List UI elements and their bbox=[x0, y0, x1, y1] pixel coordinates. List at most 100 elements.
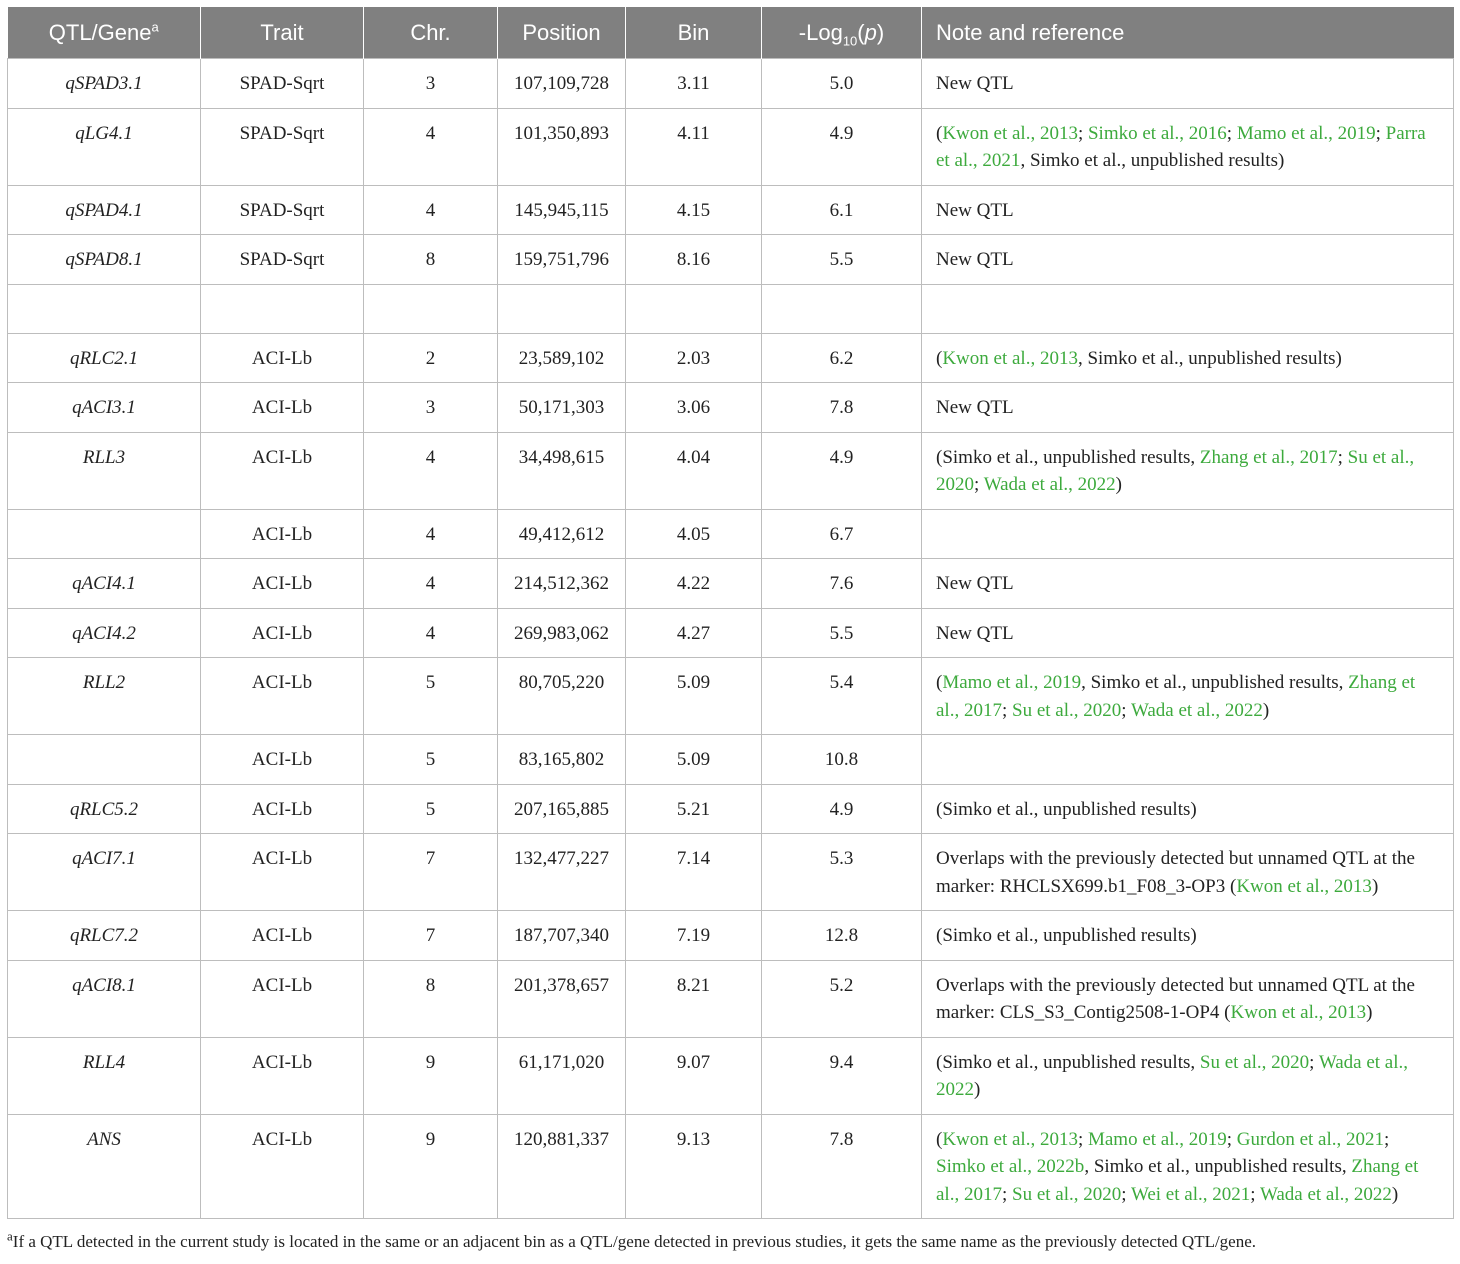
cell-bin: 4.05 bbox=[625, 508, 762, 559]
reference-link[interactable]: Wada et al., 2022 bbox=[984, 474, 1116, 495]
reference-link[interactable]: Simko et al., 2022b bbox=[936, 1156, 1084, 1177]
cell-bin: 7.19 bbox=[625, 910, 762, 961]
reference-link[interactable]: Su et al., 2020 bbox=[1012, 1184, 1121, 1205]
cell-trait: ACI-Lb bbox=[200, 558, 364, 609]
note-text: New QTL bbox=[936, 199, 1014, 221]
cell-logp: 9.4 bbox=[761, 1036, 922, 1115]
cell-bin: 4.15 bbox=[625, 184, 762, 235]
note-text: ) bbox=[1262, 699, 1270, 721]
cell-logp: 7.8 bbox=[761, 382, 922, 433]
note-text: New QTL bbox=[936, 622, 1014, 644]
cell-trait bbox=[200, 283, 364, 334]
cell-logp: 5.3 bbox=[761, 833, 922, 911]
reference-link[interactable]: Wei et al., 2021 bbox=[1131, 1184, 1250, 1205]
cell-position: 214,512,362 bbox=[497, 558, 626, 609]
table-row: qSPAD8.1 SPAD-Sqrt 8 159,751,796 8.16 5.5 New … bbox=[7, 234, 1454, 285]
table-row: RLL4 ACI-Lb 9 61,171,020 9.07 9.4 (Simko et al… bbox=[7, 1036, 1454, 1115]
cell-qtl bbox=[7, 734, 201, 785]
note-text: ; bbox=[1077, 122, 1088, 144]
reference-link[interactable]: Kwon et al., 2013 bbox=[942, 123, 1078, 144]
cell-chr: 5 bbox=[363, 657, 498, 735]
cell-note: (Simko et al., unpublished results) bbox=[921, 783, 1454, 834]
note-text: ; bbox=[974, 474, 984, 495]
cell-logp: 5.0 bbox=[761, 58, 922, 109]
cell-position: 120,881,337 bbox=[497, 1113, 626, 1219]
cell-logp: 6.2 bbox=[761, 332, 922, 383]
cell-chr: 5 bbox=[363, 734, 498, 785]
cell-qtl: qACI4.2 bbox=[7, 607, 201, 658]
cell-position: 50,171,303 bbox=[497, 382, 626, 433]
note-text: ) bbox=[1391, 1183, 1399, 1205]
cell-chr: 9 bbox=[363, 1113, 498, 1219]
cell-note: (Mamo et al., 2019, Simko et al., unpubl… bbox=[921, 657, 1454, 735]
note-text: ; bbox=[1337, 446, 1348, 468]
reference-link[interactable]: Su et al., 2020 bbox=[1200, 1052, 1309, 1073]
reference-link[interactable]: Mamo et al., 2019 bbox=[1088, 1129, 1227, 1150]
cell-qtl: qACI3.1 bbox=[7, 382, 201, 433]
col-header-trait: Trait bbox=[200, 7, 364, 59]
note-text: ; bbox=[1001, 699, 1012, 721]
cell-qtl: qACI4.1 bbox=[7, 558, 201, 609]
reference-link[interactable]: Kwon et al., 2013 bbox=[942, 348, 1078, 369]
col-header-qtl: QTL/Genea bbox=[7, 7, 201, 59]
table-row: qLG4.1 SPAD-Sqrt 4 101,350,893 4.11 4.9 (Kwon … bbox=[7, 107, 1454, 186]
table-body: qSPAD3.1 SPAD-Sqrt 3 107,109,728 3.11 5.0 New … bbox=[7, 58, 1454, 1219]
cell-note: Overlaps with the previously detected bu… bbox=[921, 959, 1454, 1038]
note-text: ) bbox=[1115, 474, 1122, 495]
cell-bin: 2.03 bbox=[625, 332, 762, 383]
cell-trait: ACI-Lb bbox=[200, 657, 364, 735]
cell-trait: ACI-Lb bbox=[200, 332, 364, 383]
cell-chr: 7 bbox=[363, 833, 498, 911]
cell-trait: ACI-Lb bbox=[200, 1113, 364, 1219]
cell-trait: ACI-Lb bbox=[200, 382, 364, 433]
cell-note: (Kwon et al., 2013, Simko et al., unpubl… bbox=[921, 332, 1454, 383]
cell-position: 101,350,893 bbox=[497, 107, 626, 186]
cell-chr: 4 bbox=[363, 508, 498, 559]
cell-note bbox=[921, 508, 1454, 559]
reference-link[interactable]: Zhang et al., 2017 bbox=[1200, 447, 1338, 468]
cell-chr: 4 bbox=[363, 607, 498, 658]
cell-logp: 10.8 bbox=[761, 734, 922, 785]
note-text: New QTL bbox=[936, 573, 1014, 594]
reference-link[interactable]: Simko et al., 2016 bbox=[1088, 123, 1227, 144]
reference-link[interactable]: Gurdon et al., 2021 bbox=[1237, 1129, 1384, 1150]
cell-qtl: qACI7.1 bbox=[7, 833, 201, 911]
cell-trait: SPAD-Sqrt bbox=[200, 234, 364, 285]
footnote-text: If a QTL detected in the current study i… bbox=[12, 1232, 1257, 1251]
cell-qtl bbox=[7, 283, 201, 334]
cell-qtl: qRLC2.1 bbox=[7, 332, 201, 383]
table-header: QTL/Genea Trait Chr. Position Bin -Log10… bbox=[7, 7, 1454, 59]
cell-chr: 4 bbox=[363, 107, 498, 186]
cell-trait: ACI-Lb bbox=[200, 431, 364, 510]
reference-link[interactable]: Wada et al., 2022 bbox=[1260, 1184, 1392, 1205]
cell-note bbox=[921, 283, 1454, 334]
cell-trait: SPAD-Sqrt bbox=[200, 58, 364, 109]
reference-link[interactable]: Kwon et al., 2013 bbox=[1231, 1002, 1367, 1023]
cell-logp: 5.5 bbox=[761, 607, 922, 658]
cell-chr: 8 bbox=[363, 234, 498, 285]
reference-link[interactable]: Mamo et al., 2019 bbox=[942, 672, 1081, 693]
reference-link[interactable]: Su et al., 2020 bbox=[1012, 700, 1121, 721]
cell-note: (Simko et al., unpublished results, Zhan… bbox=[921, 431, 1454, 510]
cell-bin: 8.21 bbox=[625, 959, 762, 1038]
reference-link[interactable]: Wada et al., 2022 bbox=[1131, 700, 1263, 721]
note-text: ; bbox=[1001, 1183, 1012, 1205]
reference-link[interactable]: Mamo et al., 2019 bbox=[1237, 123, 1376, 144]
note-text: New QTL bbox=[936, 397, 1014, 418]
reference-link[interactable]: Kwon et al., 2013 bbox=[1236, 876, 1372, 897]
cell-note: (Kwon et al., 2013; Simko et al., 2016; … bbox=[921, 107, 1454, 186]
cell-trait: ACI-Lb bbox=[200, 607, 364, 658]
cell-trait: ACI-Lb bbox=[200, 508, 364, 559]
col-header-position: Position bbox=[497, 7, 626, 59]
cell-bin: 4.11 bbox=[625, 107, 762, 186]
cell-logp: 4.9 bbox=[761, 431, 922, 510]
cell-trait: ACI-Lb bbox=[200, 783, 364, 834]
cell-logp: 7.6 bbox=[761, 558, 922, 609]
cell-qtl: qLG4.1 bbox=[7, 107, 201, 186]
cell-bin: 5.09 bbox=[625, 734, 762, 785]
cell-bin: 4.27 bbox=[625, 607, 762, 658]
reference-link[interactable]: Kwon et al., 2013 bbox=[942, 1129, 1078, 1150]
cell-note: (Simko et al., unpublished results) bbox=[921, 910, 1454, 961]
cell-bin: 7.14 bbox=[625, 833, 762, 911]
note-text: ; bbox=[1226, 122, 1237, 144]
